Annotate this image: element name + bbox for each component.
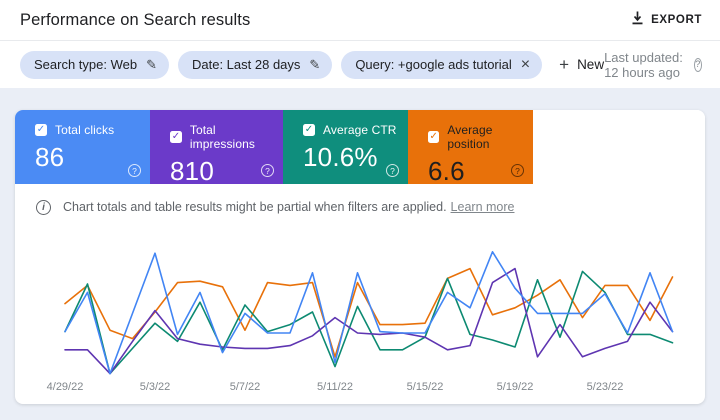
- metric-label: Total impressions: [190, 123, 283, 151]
- metric-average-ctr[interactable]: ✓ Average CTR 10.6% ?: [283, 110, 408, 184]
- page-header: Performance on Search results EXPORT: [0, 0, 720, 41]
- x-axis-tick: 5/19/22: [497, 381, 534, 393]
- metrics-filler: [533, 110, 705, 184]
- help-icon[interactable]: ?: [511, 164, 524, 177]
- chip-date-range[interactable]: Date: Last 28 days ✎: [178, 51, 332, 79]
- metric-average-position[interactable]: ✓ Average position 6.6 ?: [408, 110, 533, 184]
- chip-label: Search type: Web: [34, 57, 137, 72]
- x-axis-tick: 5/3/22: [140, 381, 171, 393]
- last-updated: Last updated: 12 hours ago ?: [604, 50, 702, 80]
- metric-total-clicks[interactable]: ✓ Total clicks 86 ?: [15, 110, 150, 184]
- chip-query-filter[interactable]: Query: +google ads tutorial ×: [341, 51, 542, 79]
- x-axis-tick: 5/11/22: [317, 381, 353, 393]
- metric-label: Average position: [447, 123, 533, 151]
- checkbox-icon[interactable]: ✓: [428, 131, 439, 143]
- export-label: EXPORT: [651, 14, 702, 26]
- help-icon[interactable]: ?: [128, 164, 141, 177]
- export-button[interactable]: EXPORT: [631, 11, 702, 30]
- last-updated-text: Last updated: 12 hours ago: [604, 50, 688, 80]
- metric-label: Total clicks: [55, 123, 114, 137]
- plus-icon: +: [559, 55, 569, 75]
- chip-label: Query: +google ads tutorial: [355, 57, 511, 72]
- new-filter-label: New: [577, 57, 604, 72]
- performance-chart[interactable]: 4/29/22 5/3/22 5/7/22 5/11/22 5/15/22 5/19/22…: [15, 230, 705, 400]
- help-icon[interactable]: ?: [261, 164, 274, 177]
- metric-label: Average CTR: [323, 123, 397, 137]
- close-icon[interactable]: ×: [521, 56, 530, 74]
- learn-more-link[interactable]: Learn more: [451, 200, 515, 214]
- metric-total-impressions[interactable]: ✓ Total impressions 810 ?: [150, 110, 283, 184]
- page-title: Performance on Search results: [20, 11, 250, 30]
- checkbox-icon[interactable]: ✓: [303, 124, 315, 136]
- chip-search-type[interactable]: Search type: Web ✎: [20, 51, 169, 79]
- checkbox-icon[interactable]: ✓: [170, 131, 182, 143]
- info-icon: i: [36, 200, 51, 215]
- content-area: ✓ Total clicks 86 ? ✓ Total impressions …: [0, 88, 720, 404]
- performance-card: ✓ Total clicks 86 ? ✓ Total impressions …: [15, 110, 705, 404]
- notice-text: Chart totals and table results might be …: [63, 200, 514, 214]
- partial-data-notice: i Chart totals and table results might b…: [15, 184, 705, 230]
- x-axis-tick: 5/23/22: [587, 381, 624, 393]
- checkbox-icon[interactable]: ✓: [35, 124, 47, 136]
- x-axis-tick: 4/29/22: [47, 381, 84, 393]
- edit-icon[interactable]: ✎: [146, 57, 157, 73]
- x-axis-tick: 5/15/22: [407, 381, 444, 393]
- chip-label: Date: Last 28 days: [192, 57, 300, 72]
- download-icon: [631, 11, 644, 30]
- new-filter-button[interactable]: + New: [559, 55, 604, 75]
- series-total-impressions: [65, 269, 673, 374]
- metrics-row: ✓ Total clicks 86 ? ✓ Total impressions …: [15, 110, 705, 184]
- help-icon[interactable]: ?: [386, 164, 399, 177]
- series-average-ctr: [65, 271, 673, 373]
- x-axis-tick: 5/7/22: [230, 381, 261, 393]
- help-icon[interactable]: ?: [694, 58, 702, 72]
- filter-bar: Search type: Web ✎ Date: Last 28 days ✎ …: [0, 41, 720, 88]
- edit-icon[interactable]: ✎: [309, 57, 320, 73]
